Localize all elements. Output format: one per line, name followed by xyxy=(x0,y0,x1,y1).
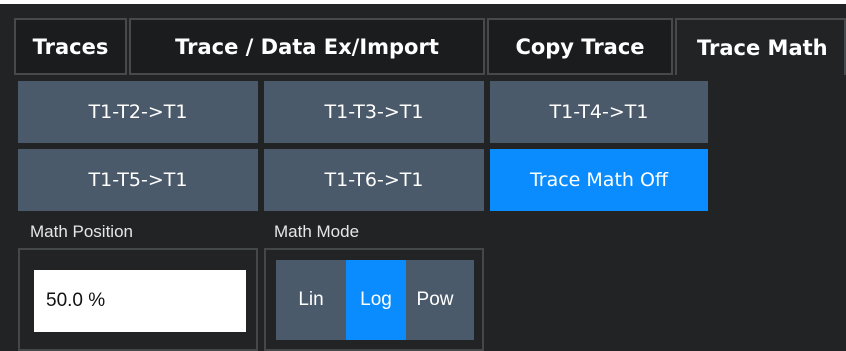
tab-trace-data-ex-import[interactable]: Trace / Data Ex/Import xyxy=(129,18,485,75)
math-mode-label: Math Mode xyxy=(274,222,360,241)
tab-bar: Traces Trace / Data Ex/Import Copy Trace… xyxy=(0,18,846,75)
math-mode-group: Lin Log Pow xyxy=(264,248,484,351)
t1-t6-t1-button[interactable]: T1-T6->T1 xyxy=(264,149,484,211)
math-position-group: 50.0 % xyxy=(18,248,258,351)
t1-t2-t1-button[interactable]: T1-T2->T1 xyxy=(18,81,258,143)
trace-math-off-button[interactable]: Trace Math Off xyxy=(490,149,708,211)
t1-t5-t1-button[interactable]: T1-T5->T1 xyxy=(18,149,258,211)
math-position-field[interactable]: 50.0 % xyxy=(34,270,246,332)
tab-traces[interactable]: Traces xyxy=(14,18,127,75)
t1-t3-t1-button[interactable]: T1-T3->T1 xyxy=(264,81,484,143)
math-mode-log[interactable]: Log xyxy=(346,260,406,340)
math-mode-lin[interactable]: Lin xyxy=(276,260,346,340)
tab-copy-trace[interactable]: Copy Trace xyxy=(487,18,673,75)
t1-t4-t1-button[interactable]: T1-T4->T1 xyxy=(490,81,708,143)
math-position-label: Math Position xyxy=(30,222,133,241)
tab-trace-math[interactable]: Trace Math xyxy=(675,18,846,75)
math-mode-pow[interactable]: Pow xyxy=(406,260,464,340)
trace-math-panel: Traces Trace / Data Ex/Import Copy Trace… xyxy=(0,4,846,351)
math-mode-toggle: Lin Log Pow xyxy=(276,260,474,340)
